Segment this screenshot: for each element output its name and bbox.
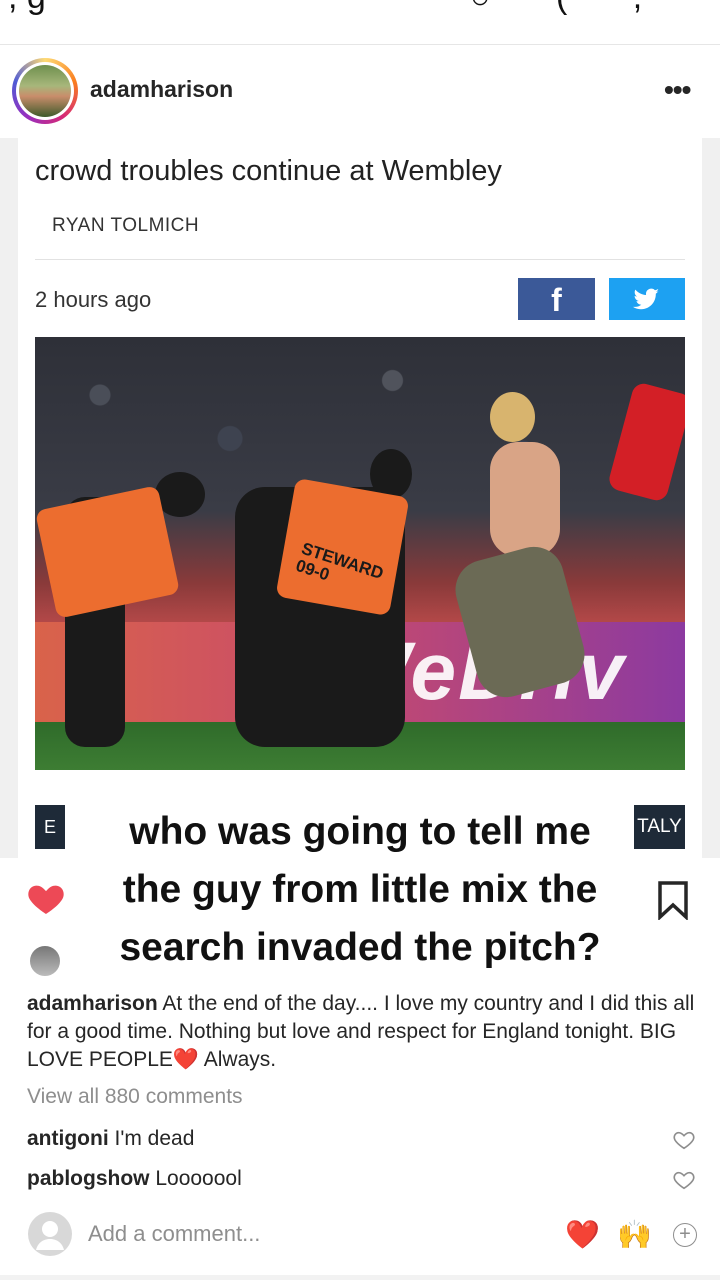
- quick-emoji-raised-hands[interactable]: 🙌: [617, 1218, 652, 1251]
- facebook-icon: f: [518, 278, 595, 320]
- comment-row: pablogshow Looooool: [27, 1167, 242, 1191]
- cropped-icons-fragment: ○ ( ,: [470, 0, 670, 17]
- comment-like-icon[interactable]: [673, 1129, 695, 1151]
- article-author: RYAN TOLMICH: [52, 215, 200, 236]
- overlay-line-1: who was going to tell me: [129, 810, 591, 853]
- comment-text: Looooool: [155, 1167, 242, 1190]
- liker-avatar[interactable]: [28, 944, 62, 978]
- article-headline: crowd troubles continue at Wembley: [35, 155, 502, 187]
- bookmark-icon[interactable]: [656, 880, 690, 921]
- steward-middle-vest: [275, 477, 410, 617]
- heart-icon[interactable]: [26, 879, 66, 919]
- post-username[interactable]: adamharison: [90, 76, 233, 103]
- bottom-divider: [0, 1275, 720, 1280]
- comment-username[interactable]: antigoni: [27, 1127, 109, 1150]
- post-caption: adamharison At the end of the day.... I …: [27, 990, 702, 1074]
- add-comment-input[interactable]: Add a comment...: [88, 1221, 260, 1247]
- cropped-title-fragment: , g: [8, 0, 46, 17]
- avatar[interactable]: [19, 65, 71, 117]
- caption-text-end: Always.: [203, 1048, 277, 1071]
- comment-text: I'm dead: [114, 1127, 195, 1150]
- overlay-line-2: the guy from little mix the: [122, 868, 598, 911]
- runner-torso: [490, 442, 560, 557]
- article-time: 2 hours ago: [35, 287, 152, 312]
- own-avatar: [28, 1212, 72, 1256]
- top-bar-cropped: , g ○ ( ,: [0, 0, 720, 45]
- caption-heart-emoji: ❤️: [172, 1048, 200, 1071]
- overlay-line-3: search invaded the pitch?: [119, 926, 601, 969]
- comment-like-icon[interactable]: [673, 1169, 695, 1191]
- caption-username[interactable]: adamharison: [27, 992, 158, 1015]
- article-divider: [35, 259, 685, 260]
- view-all-comments-link[interactable]: View all 880 comments: [27, 1085, 243, 1109]
- add-emoji-icon[interactable]: +: [673, 1223, 697, 1247]
- article-photo: #WeDriv STEWARD 09-0: [35, 337, 685, 770]
- runner-head: [490, 392, 535, 442]
- comment-row: antigoni I'm dead: [27, 1127, 194, 1151]
- quick-emoji-heart[interactable]: ❤️: [565, 1218, 600, 1251]
- comment-username[interactable]: pablogshow: [27, 1167, 150, 1190]
- more-icon[interactable]: •••: [664, 74, 691, 106]
- twitter-icon: [609, 278, 685, 320]
